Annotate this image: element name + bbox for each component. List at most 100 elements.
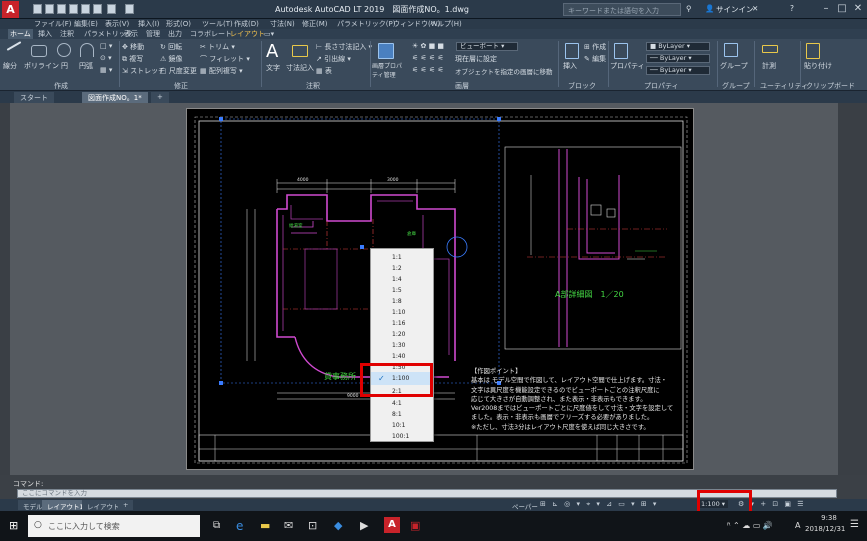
tab-insert[interactable]: 挿入 [36,29,54,39]
tab-view[interactable]: 表示 [122,29,140,39]
autocad-taskbar-icon[interactable]: A [384,517,400,533]
menu-view[interactable]: 表示(V) [105,19,129,29]
menu-parametric[interactable]: パラメトリック(P) [337,19,395,29]
left-toolbar[interactable] [0,103,10,475]
layer-tools2-icons[interactable]: ⚟ ⚟ ⚟ ⚟ [412,66,444,74]
lineweight-dropdown[interactable]: ── ByLayer ▾ [646,66,710,75]
text-label[interactable]: 文字 [266,63,280,73]
table-button[interactable]: ▦ 表 [316,66,332,76]
menu-modify[interactable]: 修正(M) [302,19,328,29]
tab-annotate[interactable]: 注釈 [58,29,76,39]
stretch-button[interactable]: ⇲ ストレッチ [122,66,165,76]
exchange-icon[interactable]: ✕ [752,4,758,13]
hatch-icon[interactable]: ⊙ ▾ [100,54,112,62]
fillet-button[interactable]: ⌒ フィレット ▾ [200,54,250,64]
linetype-dropdown[interactable]: ── ByLayer ▾ [646,54,710,63]
tray-icons[interactable]: ᴿ ⌃ ☁ ▭ 🔊 [727,521,773,530]
mirror-button[interactable]: ⚠ 鏡像 [160,54,183,64]
paper-space-toggle[interactable]: ペーパー [512,501,538,511]
menu-draw[interactable]: 作成(D) [234,19,259,29]
circle-label[interactable]: 円 [61,61,68,71]
dimension-label[interactable]: 寸法記入 [286,63,314,73]
windows-start-icon[interactable]: ⊞ [9,519,18,532]
leader-button[interactable]: ↗ 引出線 ▾ [316,54,351,64]
measure-label[interactable]: 計測 [762,61,776,71]
trim-button[interactable]: ✂ トリム ▾ [200,42,235,52]
group-button-label[interactable]: グループ [720,61,748,71]
group-annotate-label[interactable]: 注釈 [306,81,320,91]
redo-icon[interactable] [125,4,134,14]
line-label[interactable]: 線分 [3,61,17,71]
tab-output[interactable]: 出力 [166,29,184,39]
text-icon[interactable]: A [266,41,278,62]
minimize-icon[interactable]: – [818,2,834,16]
set-current-button[interactable]: 現在層に設定 [455,54,497,64]
group-block-label[interactable]: ブロック [568,81,596,91]
store-icon[interactable]: ⊡ [308,519,317,532]
tab-drawing[interactable]: 図面作成NO。1* [82,92,148,103]
menu-insert[interactable]: 挿入(I) [138,19,160,29]
group-modify-label[interactable]: 修正 [174,81,188,91]
status-tool-icons[interactable]: ⊞ ⊾ ◎ ▾ ⌖ ▾ ⊿ ▭ ▾ ⊞ ▾ [540,500,658,509]
tab-home[interactable]: ホーム [8,29,33,39]
match-layer-button[interactable]: オブジェクトを指定の画層に移動 [455,66,553,76]
clock-date[interactable]: 2018/12/31 [805,525,845,533]
edit-block-button[interactable]: ✎ 編集 [584,54,606,64]
task-view-icon[interactable]: ⧉ [213,520,220,531]
app2-icon[interactable]: ▣ [410,519,420,532]
paste-label[interactable]: 貼り付け [804,61,832,71]
menu-file[interactable]: ファイル(F) [34,19,72,29]
mail-icon[interactable]: ✉ [284,519,293,532]
properties-label[interactable]: プロパティ [610,61,645,71]
maximize-icon[interactable]: □ [834,2,850,16]
clock-time[interactable]: 9:38 [812,514,846,522]
group-layer-label[interactable]: 画層 [455,81,469,91]
binoculars-icon[interactable]: ⚲ [686,4,692,13]
rect-icon[interactable]: □ ▾ [100,42,112,50]
create-block-button[interactable]: ⊞ 作成 [584,42,606,52]
move-button[interactable]: ✥ 移動 [122,42,144,52]
saveas-icon[interactable] [69,4,78,14]
search-input[interactable]: キーワードまたは語句を入力 [563,3,681,16]
match-props-icon[interactable] [614,43,628,59]
layer-tools-icons[interactable]: ⚟ ⚟ ⚟ ⚟ [412,54,444,62]
web-icon[interactable] [81,4,90,14]
insert-block-icon[interactable] [565,43,579,59]
tab-add-layout[interactable]: + [118,500,134,510]
group-clipboard-label[interactable]: クリップボード [806,81,855,91]
copy-button[interactable]: ⧉ 複写 [122,54,143,64]
layer-props-label[interactable]: 画層プロパティ管理 [372,61,406,79]
tab-start[interactable]: スタート [14,92,54,103]
save-icon[interactable] [57,4,66,14]
layout-paper[interactable]: 4000 3000 9000 給湯室 倉庫 貸事務所 A部詳細図 1／20 【作… [186,108,694,470]
app-icon[interactable]: ◆ [334,519,342,532]
autocad-logo-icon[interactable]: A [2,1,19,18]
arc-label[interactable]: 円弧 [79,61,93,71]
notification-icon[interactable]: ☰ [850,519,859,530]
layer-props-icon[interactable] [378,43,394,59]
rotate-button[interactable]: ↻ 回転 [160,42,182,52]
taskbar-search[interactable]: ○ ここに入力して検索 [28,515,200,537]
group-properties-label[interactable]: プロパティ [644,81,679,91]
measure-icon[interactable] [762,45,778,53]
group-draw-label[interactable]: 作成 [54,81,68,91]
menu-edit[interactable]: 編集(E) [74,19,98,29]
region-icon[interactable]: ▦ ▾ [100,66,112,74]
polyline-label[interactable]: ポリライン [24,61,59,71]
scale-button[interactable]: ▢ 尺度変更 [160,66,197,76]
plot-icon[interactable] [93,4,102,14]
layer-state-icons[interactable]: ☀ ✿ ■ ■ [412,42,444,50]
tab-new[interactable]: + [151,92,169,103]
undo-icon[interactable] [107,4,116,14]
line-icon[interactable] [6,41,22,51]
dimension-icon[interactable] [292,45,308,57]
new-icon[interactable] [33,4,42,14]
tab-overflow[interactable]: ▭▾ [262,29,276,39]
ime-indicator[interactable]: A [795,521,800,530]
circle-icon[interactable] [57,43,71,57]
media-icon[interactable]: ▶ [360,519,368,532]
explorer-icon[interactable]: ▬ [260,519,270,532]
close-icon[interactable]: ✕ [850,2,866,16]
color-dropdown[interactable]: ■ ByLayer ▾ [646,42,710,51]
tab-manage[interactable]: 管理 [144,29,162,39]
